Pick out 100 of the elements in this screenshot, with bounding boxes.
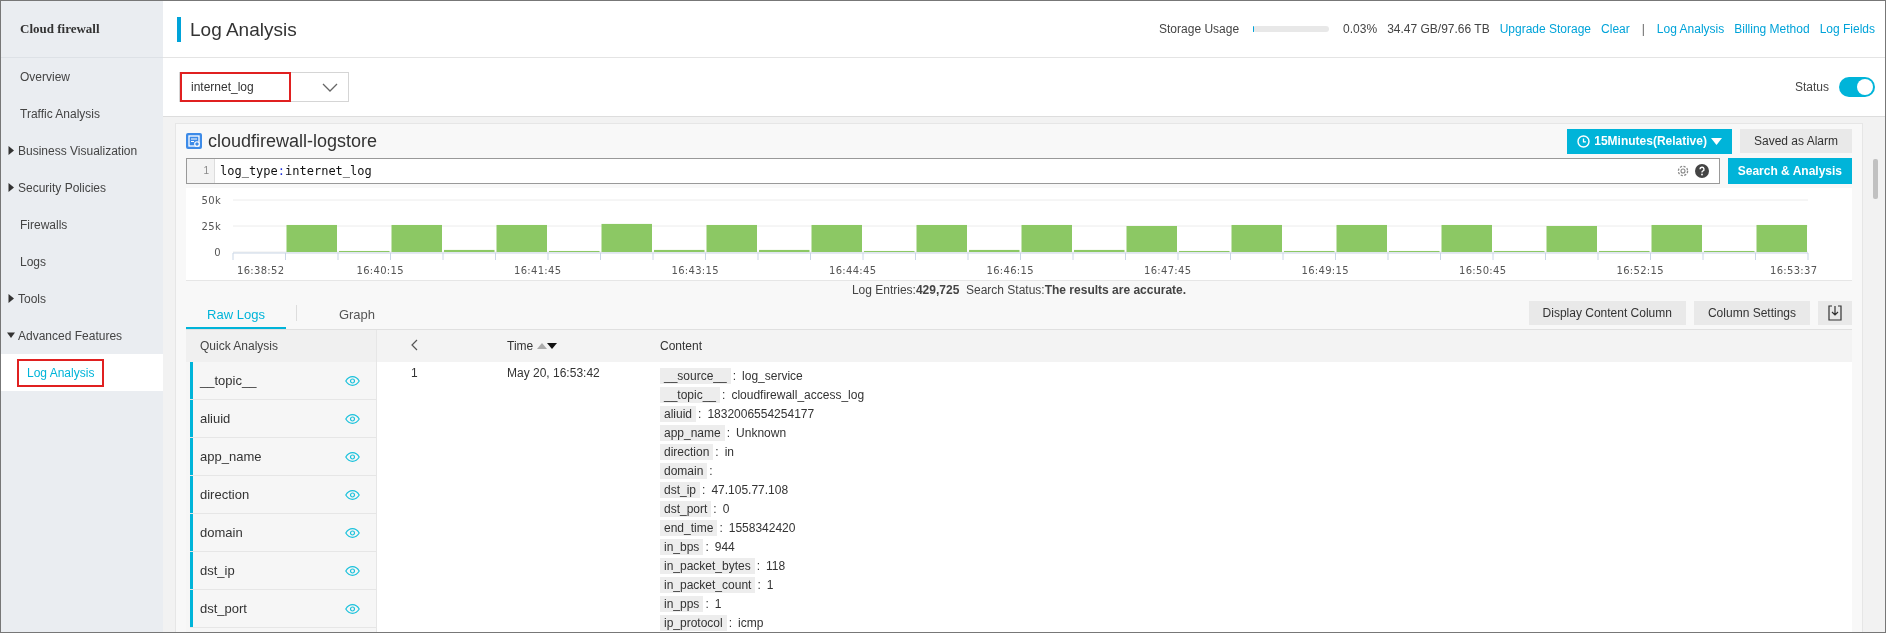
histogram-bar[interactable] xyxy=(706,224,757,252)
histogram-bar[interactable] xyxy=(601,223,652,252)
field-row[interactable]: __topic__ xyxy=(190,362,376,400)
axis-label: 0 xyxy=(214,247,221,258)
eye-icon[interactable] xyxy=(345,413,360,424)
eye-icon[interactable] xyxy=(345,565,360,576)
eye-icon[interactable] xyxy=(345,603,360,614)
storage-amount: 34.47 GB/97.66 TB xyxy=(1387,22,1490,36)
histogram-bar[interactable] xyxy=(1336,224,1387,252)
sidebar-group[interactable]: Tools xyxy=(1,280,163,317)
field-value: 1558342420 xyxy=(728,520,796,535)
axis-label: 16:41:45 xyxy=(514,265,562,276)
sidebar-group[interactable]: Business Visualization xyxy=(1,132,163,169)
field-separator: : xyxy=(702,482,706,497)
storage-label: Storage Usage xyxy=(1159,22,1240,36)
histogram-bar[interactable] xyxy=(1126,226,1177,252)
field-key: aliuid xyxy=(660,405,697,422)
logstore-name: cloudfirewall-logstore xyxy=(208,130,378,152)
field-value: 944 xyxy=(714,539,735,554)
histogram-bar[interactable] xyxy=(1546,226,1597,252)
field-separator: : xyxy=(705,539,709,554)
column-header[interactable]: Time xyxy=(507,339,534,353)
field-key: in_pps xyxy=(660,595,704,612)
histogram-bar[interactable] xyxy=(444,249,495,252)
sidebar-item[interactable]: Traffic Analysis xyxy=(1,95,163,132)
axis-label: 50k xyxy=(201,195,221,206)
sidebar-item[interactable]: Logs xyxy=(1,243,163,280)
sidebar-group[interactable]: Security Policies xyxy=(1,169,163,206)
field-row[interactable]: aliuid xyxy=(190,400,376,438)
clock-icon xyxy=(1577,134,1591,148)
histogram-bar[interactable] xyxy=(969,249,1020,252)
field-row[interactable]: dst_ip xyxy=(190,552,376,590)
help-icon[interactable] xyxy=(1694,164,1709,178)
histogram-bar[interactable] xyxy=(1441,224,1492,252)
histogram-bar[interactable] xyxy=(916,224,967,252)
field-value: 118 xyxy=(766,558,786,573)
eye-icon[interactable] xyxy=(345,489,360,500)
histogram-bar[interactable] xyxy=(496,224,547,252)
column-header: Content xyxy=(660,339,703,353)
field-key: end_time xyxy=(660,519,718,536)
toolbar-button[interactable]: Column Settings xyxy=(1693,301,1810,325)
histogram-bar[interactable] xyxy=(1756,224,1807,252)
save-alarm-button[interactable]: Saved as Alarm xyxy=(1739,128,1852,153)
field-row[interactable]: direction xyxy=(190,476,376,514)
axis-label: 16:43:15 xyxy=(671,265,719,276)
histogram-bar[interactable] xyxy=(1231,224,1282,252)
histogram-bar[interactable] xyxy=(1021,224,1072,252)
link-separator: | xyxy=(1640,22,1646,36)
axis-label: 16:40:15 xyxy=(356,265,404,276)
histogram-bar[interactable] xyxy=(1651,224,1702,252)
eye-icon[interactable] xyxy=(345,451,360,462)
field-row[interactable]: domain xyxy=(190,514,376,552)
field-separator: : xyxy=(726,425,731,440)
sidebar-item[interactable]: Firewalls xyxy=(1,206,163,243)
histogram-bar[interactable] xyxy=(286,224,337,252)
calendar-icon xyxy=(186,133,202,149)
histogram-bar[interactable] xyxy=(654,249,705,252)
log-summary: Log Entries:429,725 Search Status:The results are accurate. xyxy=(851,283,1187,297)
field-value: 1 xyxy=(714,596,722,611)
field-row[interactable]: app_name xyxy=(190,438,376,476)
field-separator: : xyxy=(756,558,761,573)
toolbar-button[interactable]: Display Content Column xyxy=(1528,301,1686,325)
field-key: dst_ip xyxy=(660,481,701,498)
logstore-select[interactable]: internet_log xyxy=(179,72,349,102)
sidebar-group[interactable]: Advanced Features xyxy=(1,317,163,354)
field-key: dst_port xyxy=(660,500,712,517)
chevron-left-icon[interactable] xyxy=(411,338,418,351)
field-key: __source__ xyxy=(660,367,731,384)
field-key: domain xyxy=(660,462,708,479)
download-button[interactable] xyxy=(1818,301,1852,325)
app-title: Cloud firewall xyxy=(20,21,100,37)
axis-label: 16:47:45 xyxy=(1144,265,1192,276)
status-toggle[interactable] xyxy=(1839,77,1875,97)
eye-icon[interactable] xyxy=(345,527,360,538)
field-separator: : xyxy=(728,615,733,630)
eye-icon[interactable] xyxy=(345,375,360,386)
histogram-bar[interactable] xyxy=(1074,249,1125,252)
field-value: 1832006554254177 xyxy=(707,406,815,421)
query-field[interactable]: 1 log_type:internet_log xyxy=(186,158,1720,184)
field-separator: : xyxy=(713,501,717,516)
field-separator: : xyxy=(719,520,723,535)
log-time: May 20, 16:53:42 xyxy=(507,366,600,380)
field-separator: : xyxy=(715,444,719,459)
page-title: Log Analysis xyxy=(177,16,297,42)
sidebar-item[interactable]: Overview xyxy=(1,58,163,95)
download-icon xyxy=(1828,305,1842,321)
field-separator: : xyxy=(698,406,702,421)
axis-label: 25k xyxy=(201,221,221,232)
sort-icon[interactable] xyxy=(537,342,558,350)
histogram-bar[interactable] xyxy=(811,224,862,252)
histogram-bar[interactable] xyxy=(759,249,810,252)
tab[interactable]: Graph xyxy=(307,301,407,329)
axis-label: 16:38:52 xyxy=(237,265,285,276)
axis-label: 16:49:15 xyxy=(1301,265,1349,276)
field-value: in xyxy=(724,444,735,459)
field-key: direction xyxy=(660,443,714,460)
field-row[interactable]: dst_port xyxy=(190,590,376,628)
field-key: ip_protocol xyxy=(660,614,727,631)
histogram-bar[interactable] xyxy=(391,224,442,252)
chevron-down-icon xyxy=(322,82,338,92)
